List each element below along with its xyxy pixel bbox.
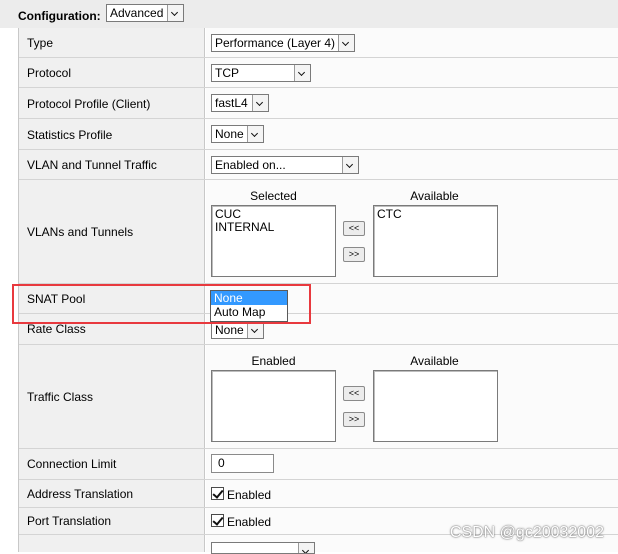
traffic-class-label: Traffic Class <box>27 390 94 404</box>
port-translation-checkbox[interactable] <box>211 514 224 527</box>
properties-table: Type Performance (Layer 4) Protocol TCP … <box>18 28 618 554</box>
row-rate-class: Rate Class None <box>19 314 618 345</box>
move-left-button[interactable]: << <box>343 386 365 401</box>
connection-limit-label: Connection Limit <box>27 457 117 471</box>
address-translation-checkbox[interactable] <box>211 487 224 500</box>
statistics-profile-select[interactable]: None <box>211 125 264 143</box>
configuration-bar: Configuration: Advanced <box>0 0 618 28</box>
chevron-down-icon <box>247 126 263 142</box>
protocol-select[interactable]: TCP <box>211 64 311 82</box>
type-select[interactable]: Performance (Layer 4) <box>211 34 355 52</box>
address-translation-label: Address Translation <box>27 487 134 501</box>
row-traffic-class: Traffic Class Enabled Available << >> <box>19 345 618 449</box>
protocol-label: Protocol <box>27 66 72 80</box>
chevron-down-icon <box>338 35 354 51</box>
row-connection-limit: Connection Limit 0 <box>19 449 618 480</box>
snat-pool-dropdown[interactable]: None Auto Map <box>210 290 288 322</box>
connection-limit-input[interactable]: 0 <box>211 454 274 473</box>
row-snat-pool: SNAT Pool <box>19 284 618 314</box>
vlan-traffic-select[interactable]: Enabled on... <box>211 156 359 174</box>
rate-class-label: Rate Class <box>27 322 86 336</box>
traffic-available-header: Available <box>410 354 459 368</box>
row-type: Type Performance (Layer 4) <box>19 28 618 58</box>
vlans-available-list[interactable]: CTC <box>373 205 498 277</box>
rate-class-select-value: None <box>215 323 244 337</box>
vlans-selected-header: Selected <box>250 189 297 203</box>
list-item[interactable]: INTERNAL <box>215 221 332 234</box>
vlan-traffic-select-value: Enabled on... <box>215 158 286 172</box>
protocol-profile-label: Protocol Profile (Client) <box>27 97 151 111</box>
snat-pool-label: SNAT Pool <box>27 292 86 306</box>
move-right-button[interactable]: >> <box>343 412 365 427</box>
snat-option-auto-map[interactable]: Auto Map <box>211 305 287 319</box>
chevron-down-icon <box>167 5 183 21</box>
statistics-profile-label: Statistics Profile <box>27 128 113 142</box>
type-label: Type <box>27 36 54 50</box>
chevron-down-icon <box>342 157 358 173</box>
vlan-traffic-label: VLAN and Tunnel Traffic <box>27 158 157 172</box>
protocol-profile-select-value: fastL4 <box>215 96 248 110</box>
configuration-label: Configuration: <box>18 9 101 23</box>
protocol-select-value: TCP <box>215 66 239 80</box>
move-right-button[interactable]: >> <box>343 247 365 262</box>
snat-option-none[interactable]: None <box>211 291 287 305</box>
address-translation-enabled-label: Enabled <box>227 488 272 502</box>
row-address-translation: Address Translation Enabled <box>19 480 618 508</box>
list-item[interactable]: CTC <box>377 208 494 221</box>
port-translation-enabled-label: Enabled <box>227 515 272 529</box>
chevron-down-icon <box>252 95 268 111</box>
move-left-button[interactable]: << <box>343 221 365 236</box>
row-protocol: Protocol TCP <box>19 58 618 88</box>
statistics-profile-select-value: None <box>215 127 244 141</box>
chevron-down-icon <box>247 322 263 338</box>
traffic-available-list[interactable] <box>373 370 498 442</box>
chevron-down-icon <box>294 65 310 81</box>
configuration-select[interactable]: Advanced <box>106 4 184 22</box>
vlans-available-header: Available <box>410 189 459 203</box>
rate-class-select[interactable]: None <box>211 321 264 339</box>
configuration-select-value: Advanced <box>110 6 164 20</box>
protocol-profile-select[interactable]: fastL4 <box>211 94 269 112</box>
partial-select[interactable] <box>211 542 315 554</box>
row-statistics-profile: Statistics Profile None <box>19 119 618 150</box>
traffic-enabled-header: Enabled <box>251 354 296 368</box>
port-translation-label: Port Translation <box>27 514 112 528</box>
row-vlans-tunnels: VLANs and Tunnels Selected Available CUC… <box>19 180 618 284</box>
row-vlan-traffic: VLAN and Tunnel Traffic Enabled on... <box>19 150 618 180</box>
vlans-selected-list[interactable]: CUC INTERNAL <box>211 205 336 277</box>
vlans-tunnels-label: VLANs and Tunnels <box>27 225 134 239</box>
traffic-enabled-list[interactable] <box>211 370 336 442</box>
type-select-value: Performance (Layer 4) <box>215 36 336 50</box>
watermark: CSDN @gc20032002 <box>449 524 604 541</box>
chevron-down-icon <box>298 543 314 553</box>
row-protocol-profile: Protocol Profile (Client) fastL4 <box>19 88 618 119</box>
